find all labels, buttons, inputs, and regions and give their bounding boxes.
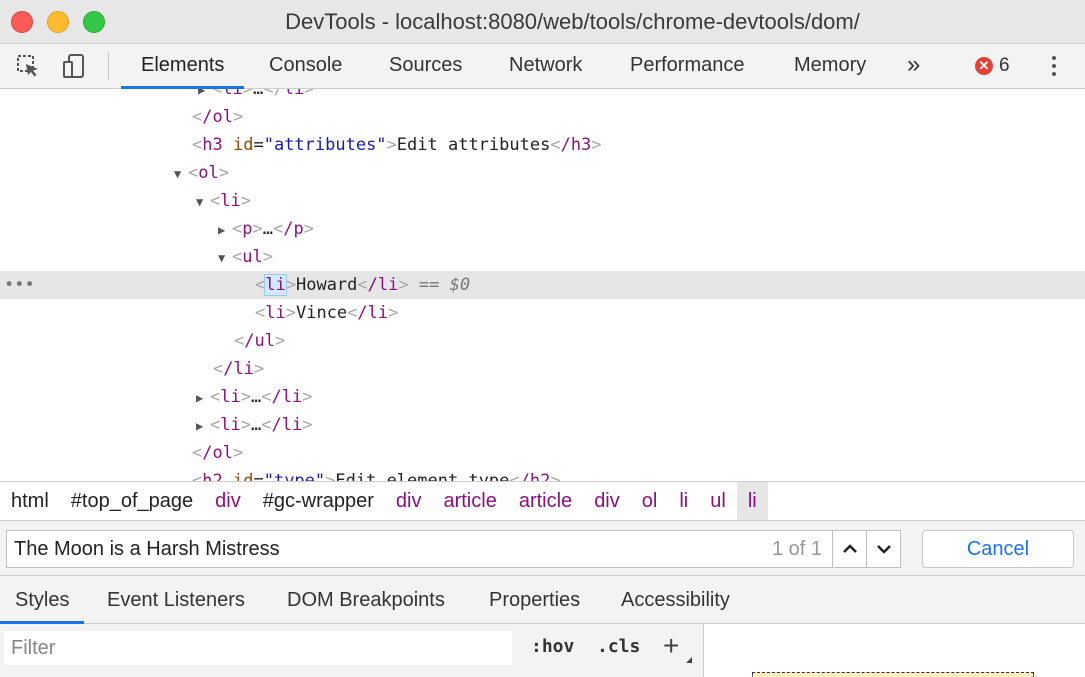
breadcrumb: html #top_of_page div #gc-wrapper div ar… xyxy=(0,481,1085,521)
tab-sources[interactable]: Sources xyxy=(389,44,462,89)
previous-match-button[interactable] xyxy=(832,530,867,568)
dom-node[interactable]: ▶ <p>…</p> xyxy=(0,215,1085,243)
toolbar-divider xyxy=(108,52,109,80)
dom-node[interactable]: <h2 id="type">Edit element type</h2> xyxy=(0,467,1085,481)
dom-node[interactable]: </ol> xyxy=(0,439,1085,467)
tab-network[interactable]: Network xyxy=(509,44,582,89)
tab-memory[interactable]: Memory xyxy=(794,44,866,89)
styles-filter-input[interactable] xyxy=(4,631,512,665)
dom-node[interactable]: <li>Vince</li> xyxy=(0,299,1085,327)
expanded-triangle-icon[interactable]: ▼ xyxy=(196,188,210,216)
breadcrumb-item[interactable]: article xyxy=(508,482,583,520)
tab-performance[interactable]: Performance xyxy=(630,44,745,89)
breadcrumb-item[interactable]: div xyxy=(204,482,252,520)
tab-styles[interactable]: Styles xyxy=(0,576,86,624)
search-input[interactable] xyxy=(7,531,747,567)
tab-elements[interactable]: Elements xyxy=(120,44,245,89)
cancel-button[interactable]: Cancel xyxy=(922,530,1074,568)
search-bar: 1 of 1 Cancel xyxy=(0,521,1085,576)
title-bar: DevTools - localhost:8080/web/tools/chro… xyxy=(0,0,1085,44)
error-icon: ✕ xyxy=(975,57,993,75)
tab-dom-breakpoints[interactable]: DOM Breakpoints xyxy=(287,576,445,624)
breadcrumb-item[interactable]: article xyxy=(432,482,507,520)
tag-name-editor[interactable]: li xyxy=(264,274,287,296)
box-model-pane xyxy=(705,624,1085,677)
dom-tree: ▶ <li>…</li> </ol> <h3 id="attributes">Ed… xyxy=(0,89,1085,481)
hov-toggle[interactable]: :hov xyxy=(531,636,574,657)
inspect-element-icon[interactable] xyxy=(14,52,42,80)
cls-toggle[interactable]: .cls xyxy=(597,636,640,657)
dom-node[interactable]: ▼ <ul> xyxy=(0,243,1085,271)
window-title: DevTools - localhost:8080/web/tools/chro… xyxy=(285,9,860,34)
dom-node[interactable]: ▶ <li>…</li> xyxy=(0,411,1085,439)
tab-accessibility[interactable]: Accessibility xyxy=(621,576,730,624)
box-model-diagram xyxy=(752,672,1034,677)
device-toolbar-icon[interactable] xyxy=(60,52,88,80)
devtools-window: DevTools - localhost:8080/web/tools/chro… xyxy=(0,0,1085,677)
search-box: 1 of 1 xyxy=(6,530,833,568)
dom-node[interactable]: ▼ <li> xyxy=(0,187,1085,215)
collapsed-triangle-icon[interactable]: ▶ xyxy=(218,216,232,244)
dom-node[interactable]: ▶ <li>…</li> xyxy=(0,383,1085,411)
breadcrumb-item[interactable]: html xyxy=(0,482,60,520)
dom-node[interactable]: </ol> xyxy=(0,103,1085,131)
breadcrumb-item[interactable]: div xyxy=(385,482,433,520)
breadcrumb-item[interactable]: #top_of_page xyxy=(60,482,204,520)
chevron-down-icon xyxy=(876,545,891,554)
match-count: 1 of 1 xyxy=(771,538,822,560)
sidebar-tabs: Styles Event Listeners DOM Breakpoints P… xyxy=(0,576,1085,624)
dom-node-selected[interactable]: ••• <li>Howard</li> == $0 xyxy=(0,271,1085,299)
dom-node[interactable]: ▶ <li>…</li> xyxy=(0,89,1085,103)
row-actions-icon[interactable]: ••• xyxy=(4,271,35,299)
tab-console[interactable]: Console xyxy=(269,44,342,89)
next-match-button[interactable] xyxy=(866,530,901,568)
tab-properties[interactable]: Properties xyxy=(489,576,580,624)
dom-node[interactable]: </li> xyxy=(0,355,1085,383)
styles-toolbar: :hov .cls + xyxy=(0,624,704,677)
breadcrumb-item[interactable]: #gc-wrapper xyxy=(252,482,385,520)
expanded-triangle-icon[interactable]: ▼ xyxy=(218,244,232,272)
more-options-icon[interactable] xyxy=(1045,52,1063,80)
dom-node[interactable]: </ul> xyxy=(0,327,1085,355)
expanded-triangle-icon[interactable]: ▼ xyxy=(174,160,188,188)
dom-node[interactable]: ▼ <ol> xyxy=(0,159,1085,187)
collapsed-triangle-icon[interactable]: ▶ xyxy=(196,412,210,440)
breadcrumb-item[interactable]: ol xyxy=(631,482,669,520)
error-count: 6 xyxy=(999,55,1010,76)
collapsed-triangle-icon[interactable]: ▶ xyxy=(196,384,210,412)
breadcrumb-item-active[interactable]: li xyxy=(736,482,768,520)
dom-node[interactable]: <h3 id="attributes">Edit attributes</h3> xyxy=(0,131,1085,159)
breadcrumb-item[interactable]: ul xyxy=(699,482,737,520)
breadcrumb-item[interactable]: li xyxy=(668,482,699,520)
main-toolbar: Elements Console Sources Network Perform… xyxy=(0,44,1085,89)
chevron-up-icon xyxy=(842,544,857,553)
error-counter[interactable]: ✕ 6 xyxy=(975,55,1010,77)
tab-event-listeners[interactable]: Event Listeners xyxy=(107,576,245,624)
breadcrumb-item[interactable]: div xyxy=(583,482,631,520)
more-tabs-button[interactable]: » xyxy=(907,44,920,89)
new-style-rule-icon[interactable]: + xyxy=(663,630,679,662)
menu-corner-icon xyxy=(686,657,692,663)
